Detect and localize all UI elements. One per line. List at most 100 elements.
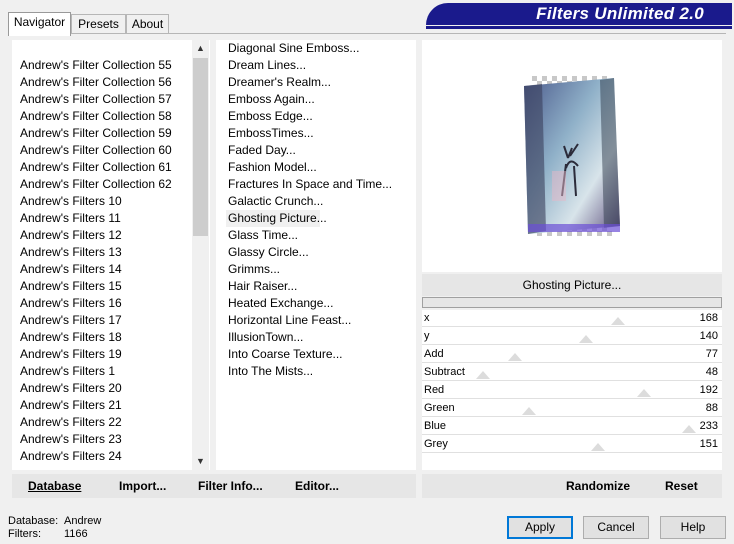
category-item[interactable]: Andrew's Filters 19 (20, 346, 172, 363)
filter-item[interactable]: Glass Time... (228, 227, 392, 244)
help-button[interactable]: Help (660, 516, 726, 539)
slider-track[interactable] (422, 380, 722, 381)
left-toolbar: Database Import... Filter Info... Editor… (12, 474, 416, 498)
scrollbar-thumb[interactable] (193, 58, 208, 236)
param-slider-green[interactable]: Green 88 (422, 400, 722, 418)
filter-item[interactable]: Emboss Edge... (228, 108, 392, 125)
tab-presets[interactable]: Presets (71, 14, 126, 34)
category-item[interactable]: Andrew's Filters 1 (20, 363, 172, 380)
param-slider-subtract[interactable]: Subtract 48 (422, 364, 722, 382)
category-item[interactable]: Andrew's Filters 14 (20, 261, 172, 278)
category-item[interactable]: Andrew's Filters 24 (20, 448, 172, 465)
param-name: Subtract (424, 366, 465, 378)
slider-knob[interactable] (611, 317, 625, 325)
slider-track[interactable] (422, 398, 722, 399)
param-name: Add (424, 348, 444, 360)
filter-info-button[interactable]: Filter Info... (198, 474, 263, 498)
filter-item[interactable]: Fashion Model... (228, 159, 392, 176)
slider-track[interactable] (422, 434, 722, 435)
filter-info-button-label: Filter Info... (198, 479, 263, 493)
chevron-up-icon[interactable]: ▲ (192, 40, 209, 57)
filter-item[interactable]: Dream Lines... (228, 57, 392, 74)
category-item[interactable]: Andrew's Filter Collection 58 (20, 108, 172, 125)
slider-track[interactable] (422, 416, 722, 417)
category-scrollbar[interactable]: ▲ ▼ (192, 40, 209, 470)
import-button[interactable]: Import... (119, 474, 166, 498)
param-value: 77 (705, 348, 718, 360)
filter-item[interactable]: Faded Day... (228, 142, 392, 159)
category-item[interactable]: Andrew's Filter Collection 56 (20, 74, 172, 91)
param-slider-blue[interactable]: Blue 233 (422, 418, 722, 436)
database-button[interactable]: Database (28, 474, 81, 498)
filter-item[interactable]: Hair Raiser... (228, 278, 392, 295)
slider-knob[interactable] (579, 335, 593, 343)
filter-item[interactable]: Emboss Again... (228, 91, 392, 108)
category-item[interactable]: Andrew's Filters 23 (20, 431, 172, 448)
filter-item[interactable]: Heated Exchange... (228, 295, 392, 312)
slider-knob[interactable] (591, 443, 605, 451)
chevron-down-icon[interactable]: ▼ (192, 453, 209, 470)
category-item[interactable]: Andrew's Filter Collection 60 (20, 142, 172, 159)
slider-track[interactable] (422, 362, 722, 363)
param-name: Green (424, 402, 455, 414)
category-item[interactable]: Andrew's Filters 15 (20, 278, 172, 295)
filter-item[interactable]: Into The Mists... (228, 363, 392, 380)
slider-knob[interactable] (476, 371, 490, 379)
filter-item[interactable]: Dreamer's Realm... (228, 74, 392, 91)
param-slider-red[interactable]: Red 192 (422, 382, 722, 400)
filter-item[interactable]: Diagonal Sine Emboss... (228, 40, 392, 57)
slider-track[interactable] (422, 452, 722, 453)
param-slider-x[interactable]: x 168 (422, 310, 722, 328)
filter-item[interactable]: Horizontal Line Feast... (228, 312, 392, 329)
category-item[interactable]: Andrew's Filter Collection 57 (20, 91, 172, 108)
filter-item[interactable]: Grimms... (228, 261, 392, 278)
tab-about[interactable]: About (126, 14, 169, 34)
category-item[interactable]: Andrew's Filters 21 (20, 397, 172, 414)
category-item[interactable]: Andrew's Filters 20 (20, 380, 172, 397)
slider-track[interactable] (422, 344, 722, 345)
category-item[interactable]: Andrew's Filters 11 (20, 210, 172, 227)
editor-button[interactable]: Editor... (295, 474, 339, 498)
param-name: Grey (424, 438, 448, 450)
slider-knob[interactable] (522, 407, 536, 415)
category-item[interactable]: Andrew's Filter Collection 61 (20, 159, 172, 176)
category-item[interactable]: Andrew's Filters 17 (20, 312, 172, 329)
category-item[interactable]: Andrew's Filter Collection 55 (20, 57, 172, 74)
category-item[interactable]: Andrew's Filters 10 (20, 193, 172, 210)
category-item[interactable]: Andrew's Filters 18 (20, 329, 172, 346)
progress-bar (422, 297, 722, 308)
param-slider-add[interactable]: Add 77 (422, 346, 722, 364)
filter-item[interactable]: Into Coarse Texture... (228, 346, 392, 363)
filter-item[interactable]: Glassy Circle... (228, 244, 392, 261)
category-item[interactable]: Andrew's Filter Collection 59 (20, 125, 172, 142)
tab-navigator[interactable]: Navigator (8, 12, 71, 36)
category-list[interactable]: Andrew's Filter Collection 55 Andrew's Fi… (12, 40, 210, 470)
banner-stripe (426, 26, 732, 29)
apply-button[interactable]: Apply (507, 516, 573, 539)
filter-item[interactable]: Galactic Crunch... (228, 193, 392, 210)
filter-item[interactable]: EmbossTimes... (228, 125, 392, 142)
filter-item[interactable]: Ghosting Picture... (226, 210, 327, 227)
slider-knob[interactable] (682, 425, 696, 433)
category-item[interactable]: Andrew's Filters 22 (20, 414, 172, 431)
param-value: 168 (699, 312, 718, 324)
reset-button[interactable]: Reset (665, 474, 698, 498)
slider-knob[interactable] (637, 389, 651, 397)
param-slider-y[interactable]: y 140 (422, 328, 722, 346)
category-item[interactable]: Andrew's Filters 12 (20, 227, 172, 244)
tab-panel-border (8, 33, 726, 34)
category-item[interactable]: Andrew's Filter Collection 62 (20, 176, 172, 193)
randomize-button[interactable]: Randomize (566, 474, 630, 498)
param-name: Blue (424, 420, 447, 432)
selected-filter-name: Ghosting Picture... (422, 274, 722, 296)
slider-knob[interactable] (508, 353, 522, 361)
filter-item[interactable]: Fractures In Space and Time... (228, 176, 392, 193)
cancel-button[interactable]: Cancel (583, 516, 649, 539)
filter-list[interactable]: Diagonal Sine Emboss... Dream Lines... Dre… (216, 40, 416, 470)
slider-track[interactable] (422, 326, 722, 327)
category-item[interactable]: Andrew's Filters 13 (20, 244, 172, 261)
filter-item[interactable]: IllusionTown... (228, 329, 392, 346)
category-item[interactable]: Andrew's Filters 16 (20, 295, 172, 312)
filters-count-label: Filters: (8, 528, 41, 540)
param-slider-grey[interactable]: Grey 151 (422, 436, 722, 454)
